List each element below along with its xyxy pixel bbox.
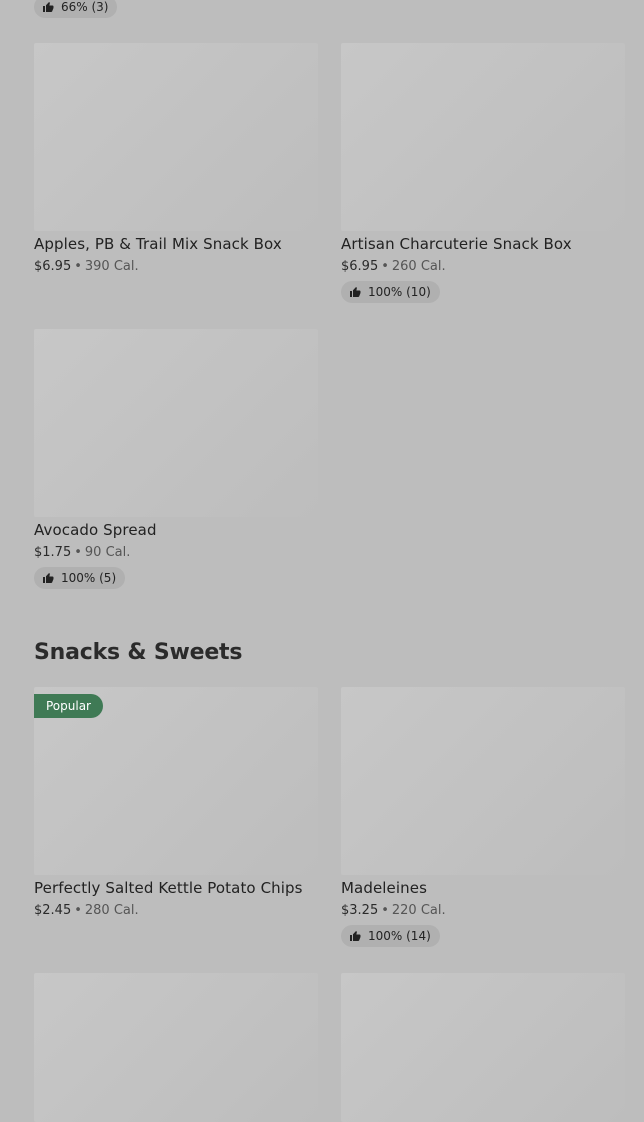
item-name[interactable]: Apples, PB & Trail Mix Snack Box xyxy=(34,235,282,253)
item-meta: $2.45 • 280 Cal. xyxy=(34,903,139,918)
item-image[interactable] xyxy=(34,43,318,231)
thumbs-up-icon xyxy=(43,2,54,12)
item-calories: 220 Cal. xyxy=(391,903,446,918)
item-price: $6.95 xyxy=(34,259,72,274)
rating-pill: 66% (3) xyxy=(34,0,118,18)
item-name[interactable]: Avocado Spread xyxy=(34,521,157,539)
item-image[interactable] xyxy=(341,43,625,231)
item-calories: 390 Cal. xyxy=(84,259,139,274)
thumbs-up-icon xyxy=(350,931,361,941)
item-meta: $3.25 • 220 Cal. xyxy=(341,903,446,918)
thumbs-up-icon xyxy=(43,573,54,583)
item-meta: $1.75 • 90 Cal. xyxy=(34,545,130,560)
item-image[interactable] xyxy=(341,687,625,875)
item-name[interactable]: Artisan Charcuterie Snack Box xyxy=(341,235,572,253)
item-image[interactable] xyxy=(341,973,625,1122)
item-image[interactable] xyxy=(34,329,318,517)
rating-text: 100% (5) xyxy=(61,571,117,585)
separator: • xyxy=(381,259,389,274)
rating-pill: 100% (10) xyxy=(341,281,440,303)
rating-text: 100% (14) xyxy=(368,929,431,943)
item-meta: $6.95 • 260 Cal. xyxy=(341,259,446,274)
item-calories: 260 Cal. xyxy=(391,259,446,274)
section-title: Snacks & Sweets xyxy=(34,640,243,665)
rating-text: 100% (10) xyxy=(368,285,431,299)
separator: • xyxy=(74,903,82,918)
item-price: $2.45 xyxy=(34,903,72,918)
item-meta: $6.95 • 390 Cal. xyxy=(34,259,139,274)
thumbs-up-icon xyxy=(350,287,361,297)
popular-badge: Popular xyxy=(34,694,103,718)
rating-pill: 100% (14) xyxy=(341,925,440,947)
rating-pill: 100% (5) xyxy=(34,567,126,589)
separator: • xyxy=(74,545,82,560)
item-name[interactable]: Madeleines xyxy=(341,879,427,897)
item-price: $6.95 xyxy=(341,259,379,274)
item-calories: 280 Cal. xyxy=(84,903,139,918)
item-name[interactable]: Perfectly Salted Kettle Potato Chips xyxy=(34,879,303,897)
item-image[interactable] xyxy=(34,973,318,1122)
separator: • xyxy=(381,903,389,918)
separator: • xyxy=(74,259,82,274)
item-calories: 90 Cal. xyxy=(84,545,131,560)
rating-text: 66% (3) xyxy=(61,0,109,14)
item-price: $1.75 xyxy=(34,545,72,560)
item-price: $3.25 xyxy=(341,903,379,918)
